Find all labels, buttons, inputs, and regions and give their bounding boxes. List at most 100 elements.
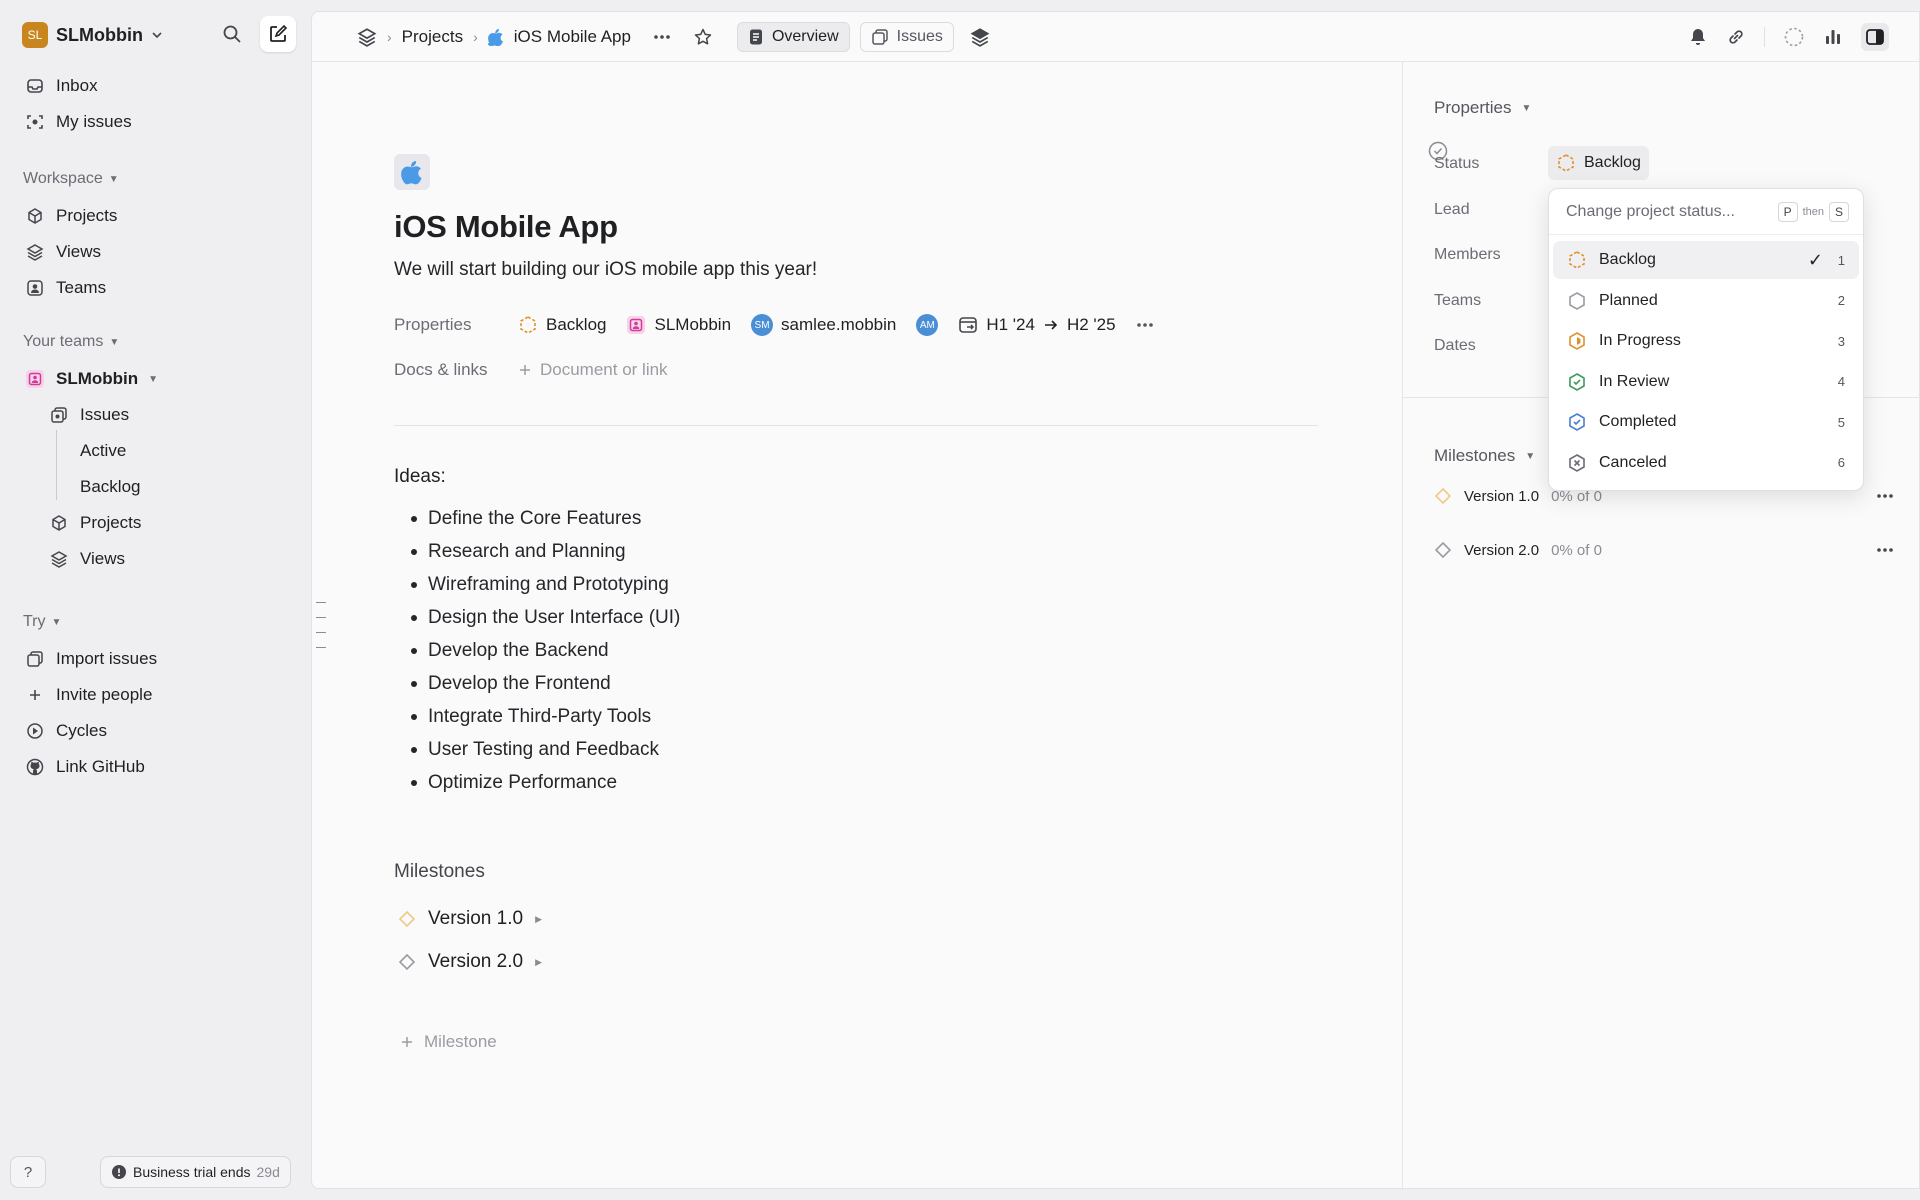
compose-icon — [268, 24, 288, 44]
caret-down-icon: ▼ — [1521, 102, 1532, 114]
sidebar-item-team-views[interactable]: Views — [14, 541, 300, 577]
status-select[interactable]: Backlog — [1548, 146, 1649, 180]
docs-label: Docs & links — [394, 360, 488, 379]
list-item[interactable]: Integrate Third-Party Tools — [410, 700, 680, 733]
list-item[interactable]: Define the Core Features — [410, 502, 680, 535]
section-label: Milestones — [1434, 446, 1516, 465]
ideas-heading[interactable]: Ideas: — [394, 466, 446, 488]
dates-chip[interactable]: H1 '24 H2 '25 — [958, 315, 1116, 335]
list-item[interactable]: Design the User Interface (UI) — [410, 601, 680, 634]
sidebar-item-link-github[interactable]: Link GitHub — [14, 749, 300, 785]
sidebar-item-my-issues[interactable]: My issues — [14, 104, 300, 140]
project-description[interactable]: We will start building our iOS mobile ap… — [394, 259, 817, 281]
bell-icon[interactable] — [1688, 27, 1708, 47]
list-item[interactable]: Develop the Backend — [410, 634, 680, 667]
layers-add-icon[interactable] — [970, 27, 990, 47]
workspace-avatar: SL — [22, 22, 48, 48]
lead-value: samlee.mobbin — [781, 315, 897, 334]
sidebar-team-slmobbin[interactable]: SLMobbin ▼ — [14, 361, 300, 397]
outline-markers[interactable] — [316, 602, 326, 662]
milestone-row[interactable]: Version 2.0 0% of 0 — [1434, 536, 1894, 564]
try-section-header[interactable]: Try ▼ — [14, 607, 300, 637]
sidebar-item-import-issues[interactable]: Import issues — [14, 641, 300, 677]
list-item[interactable]: Optimize Performance — [410, 766, 680, 799]
team-chip[interactable]: SLMobbin — [626, 315, 731, 335]
milestone-name: Version 1.0 — [1464, 487, 1540, 505]
sidebar-panel-icon — [1865, 28, 1885, 46]
sidebar-item-team-projects[interactable]: Projects — [14, 505, 300, 541]
sidebar-item-team-issues[interactable]: Issues — [14, 397, 300, 433]
status-option-label: Canceled — [1599, 453, 1667, 471]
tab-label: Issues — [896, 28, 943, 45]
status-value: Backlog — [546, 315, 607, 334]
breadcrumb-project[interactable]: iOS Mobile App — [514, 27, 631, 47]
properties-section-header[interactable]: Properties ▼ — [1434, 98, 1531, 118]
section-label: Try — [23, 613, 46, 630]
status-option-completed[interactable]: Completed 5 — [1553, 403, 1859, 441]
members-chip[interactable]: AM — [916, 314, 939, 336]
add-document-button[interactable]: Document or link — [518, 360, 668, 380]
more-icon[interactable] — [1136, 322, 1154, 328]
project-title[interactable]: iOS Mobile App — [394, 209, 618, 245]
workspace-switcher[interactable]: SL SLMobbin — [22, 20, 163, 50]
sidebar-item-label: Invite people — [56, 685, 153, 704]
dates-label: Dates — [1434, 337, 1476, 354]
planned-status-icon — [1567, 291, 1587, 311]
status-search-input[interactable]: Change project status... P then S — [1549, 189, 1863, 235]
workspace-section-header[interactable]: Workspace ▼ — [14, 164, 300, 194]
chart-icon[interactable] — [1823, 27, 1843, 47]
list-item[interactable]: Develop the Frontend — [410, 667, 680, 700]
sidebar-item-inbox[interactable]: Inbox — [14, 68, 300, 104]
add-milestone-button[interactable]: Milestone — [400, 1032, 497, 1052]
status-option-planned[interactable]: Planned 2 — [1553, 282, 1859, 320]
tab-overview[interactable]: Overview — [736, 22, 850, 52]
team-avatar-icon — [626, 315, 646, 335]
more-icon[interactable] — [653, 34, 671, 40]
milestones-section-header[interactable]: Milestones ▼ — [1434, 446, 1535, 466]
status-option-in-progress[interactable]: In Progress 3 — [1553, 322, 1859, 360]
ideas-list[interactable]: Define the Core Features Research and Pl… — [410, 502, 680, 799]
layers-icon[interactable] — [357, 27, 377, 47]
milestone-item[interactable]: Version 1.0 ▶ — [398, 904, 542, 934]
trial-badge[interactable]: Business trial ends 29d — [100, 1156, 291, 1188]
search-button[interactable] — [214, 16, 250, 52]
teams-section-header[interactable]: Your teams ▼ — [14, 327, 300, 357]
diamond-icon — [1434, 487, 1452, 505]
status-option-canceled[interactable]: Canceled 6 — [1553, 444, 1859, 482]
sidebar-item-label: Issues — [80, 405, 130, 424]
new-issue-button[interactable] — [260, 16, 296, 52]
milestone-item[interactable]: Version 2.0 ▶ — [398, 947, 542, 977]
tab-issues[interactable]: Issues — [859, 22, 954, 52]
toggle-details-button[interactable] — [1861, 23, 1889, 51]
status-chip[interactable]: Backlog — [518, 315, 606, 335]
sidebar-item-projects[interactable]: Projects — [14, 198, 300, 234]
list-item[interactable]: User Testing and Feedback — [410, 733, 680, 766]
status-option-label: Completed — [1599, 413, 1677, 431]
sidebar-item-label: Cycles — [56, 721, 108, 740]
status-dropdown: Change project status... P then S Backlo… — [1548, 188, 1864, 491]
sidebar-item-cycles[interactable]: Cycles — [14, 713, 300, 749]
status-search-placeholder: Change project status... — [1566, 202, 1735, 220]
backlog-status-icon — [1556, 153, 1576, 173]
breadcrumb-projects[interactable]: Projects — [402, 27, 463, 47]
status-option-backlog[interactable]: Backlog ✓ 1 — [1553, 241, 1859, 279]
sidebar-item-teams[interactable]: Teams — [14, 270, 300, 306]
project-icon[interactable] — [394, 154, 430, 190]
list-item[interactable]: Wireframing and Prototyping — [410, 568, 680, 601]
sidebar-item-invite-people[interactable]: Invite people — [14, 677, 300, 713]
list-item[interactable]: Research and Planning — [410, 535, 680, 568]
members-label: Members — [1434, 246, 1501, 263]
more-icon[interactable] — [1876, 547, 1894, 553]
backlog-status-icon — [518, 315, 538, 335]
lead-chip[interactable]: SM samlee.mobbin — [751, 314, 896, 336]
sidebar-item-label: Backlog — [80, 477, 141, 496]
link-icon[interactable] — [1726, 27, 1746, 47]
more-icon[interactable] — [1876, 493, 1894, 499]
help-button[interactable]: ? — [10, 1156, 46, 1188]
status-option-in-review[interactable]: In Review 4 — [1553, 363, 1859, 401]
layers-icon — [24, 241, 46, 263]
caret-down-icon: ▼ — [108, 173, 119, 185]
progress-icon[interactable] — [1783, 26, 1805, 48]
star-icon[interactable] — [693, 27, 713, 47]
sidebar-item-views[interactable]: Views — [14, 234, 300, 270]
